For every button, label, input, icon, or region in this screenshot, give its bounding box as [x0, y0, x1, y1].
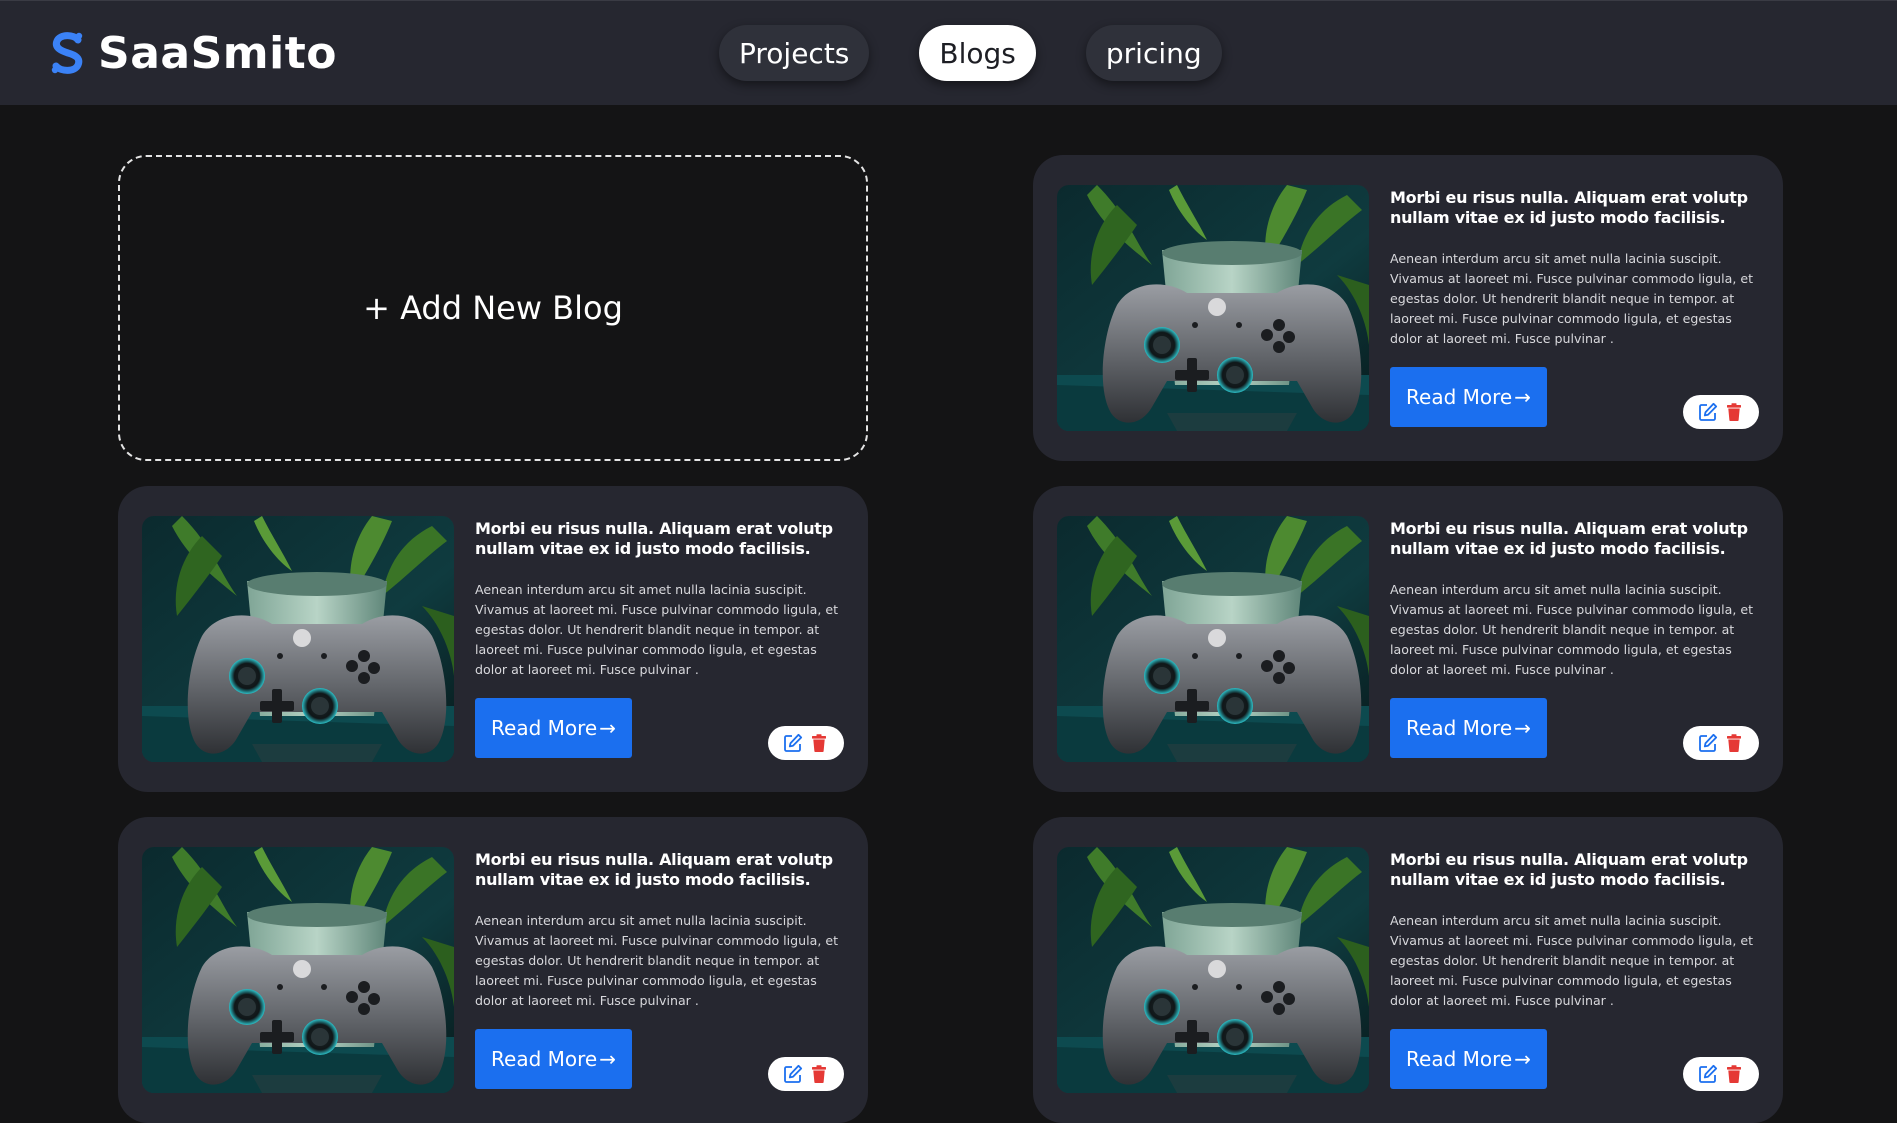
brand-name: SaaSmito	[98, 27, 337, 79]
blog-actions	[1683, 1057, 1759, 1091]
trash-icon[interactable]	[1724, 733, 1744, 753]
add-new-blog-card[interactable]: + Add New Blog	[118, 155, 868, 461]
game-controller-plant-photo	[142, 847, 454, 1093]
blog-title: Morbi eu risus nulla. Aliquam erat volut…	[475, 519, 833, 558]
blog-title: Morbi eu risus nulla. Aliquam erat volut…	[1390, 188, 1748, 227]
edit-icon[interactable]	[783, 1064, 803, 1084]
edit-icon[interactable]	[1698, 402, 1718, 422]
blog-card: Morbi eu risus nulla. Aliquam erat volut…	[1033, 817, 1783, 1123]
trash-icon[interactable]	[809, 733, 829, 753]
blog-actions	[768, 1057, 844, 1091]
trash-icon[interactable]	[809, 1064, 829, 1084]
blog-excerpt: Aenean interdum arcu sit amet nulla laci…	[1390, 913, 1754, 1008]
trash-icon[interactable]	[1724, 1064, 1744, 1084]
read-more-label: Read More	[1406, 1047, 1513, 1071]
arrow-right-icon: →	[1514, 385, 1531, 409]
blog-excerpt: Aenean interdum arcu sit amet nulla laci…	[475, 582, 839, 677]
read-more-button[interactable]: Read More →	[475, 1029, 632, 1089]
blog-title: Morbi eu risus nulla. Aliquam erat volut…	[1390, 519, 1748, 558]
edit-icon[interactable]	[1698, 1064, 1718, 1084]
blog-card: Morbi eu risus nulla. Aliquam erat volut…	[1033, 155, 1783, 461]
blog-card: Morbi eu risus nulla. Aliquam erat volut…	[118, 817, 868, 1123]
main-nav: Projects Blogs pricing	[719, 25, 1222, 81]
arrow-right-icon: →	[599, 1047, 616, 1071]
blog-excerpt: Aenean interdum arcu sit amet nulla laci…	[1390, 251, 1754, 346]
trash-icon[interactable]	[1724, 402, 1744, 422]
top-navbar: SaaSmito Projects Blogs pricing	[0, 0, 1897, 105]
blog-card: Morbi eu risus nulla. Aliquam erat volut…	[1033, 486, 1783, 792]
read-more-label: Read More	[1406, 716, 1513, 740]
read-more-button[interactable]: Read More →	[1390, 698, 1547, 758]
arrow-right-icon: →	[599, 716, 616, 740]
blog-image	[1057, 847, 1369, 1093]
s-logo-icon	[51, 32, 83, 74]
blog-card: Morbi eu risus nulla. Aliquam erat volut…	[118, 486, 868, 792]
game-controller-plant-photo	[1057, 847, 1369, 1093]
read-more-label: Read More	[491, 716, 598, 740]
nav-pricing[interactable]: pricing	[1085, 25, 1222, 81]
read-more-button[interactable]: Read More →	[1390, 367, 1547, 427]
blog-actions	[1683, 726, 1759, 760]
game-controller-plant-photo	[1057, 516, 1369, 762]
arrow-right-icon: →	[1514, 716, 1531, 740]
arrow-right-icon: →	[1514, 1047, 1531, 1071]
blog-excerpt: Aenean interdum arcu sit amet nulla laci…	[1390, 582, 1754, 677]
read-more-label: Read More	[491, 1047, 598, 1071]
blog-image	[142, 516, 454, 762]
blog-actions	[1683, 395, 1759, 429]
nav-projects[interactable]: Projects	[719, 25, 870, 81]
read-more-button[interactable]: Read More →	[475, 698, 632, 758]
read-more-label: Read More	[1406, 385, 1513, 409]
blog-image	[142, 847, 454, 1093]
blog-title: Morbi eu risus nulla. Aliquam erat volut…	[1390, 850, 1748, 889]
edit-icon[interactable]	[783, 733, 803, 753]
game-controller-plant-photo	[1057, 185, 1369, 431]
blog-image	[1057, 516, 1369, 762]
read-more-button[interactable]: Read More →	[1390, 1029, 1547, 1089]
nav-blogs[interactable]: Blogs	[919, 25, 1036, 81]
blog-image	[1057, 185, 1369, 431]
blog-excerpt: Aenean interdum arcu sit amet nulla laci…	[475, 913, 839, 1008]
brand[interactable]: SaaSmito	[48, 27, 337, 79]
blog-actions	[768, 726, 844, 760]
game-controller-plant-photo	[142, 516, 454, 762]
blog-title: Morbi eu risus nulla. Aliquam erat volut…	[475, 850, 833, 889]
edit-icon[interactable]	[1698, 733, 1718, 753]
